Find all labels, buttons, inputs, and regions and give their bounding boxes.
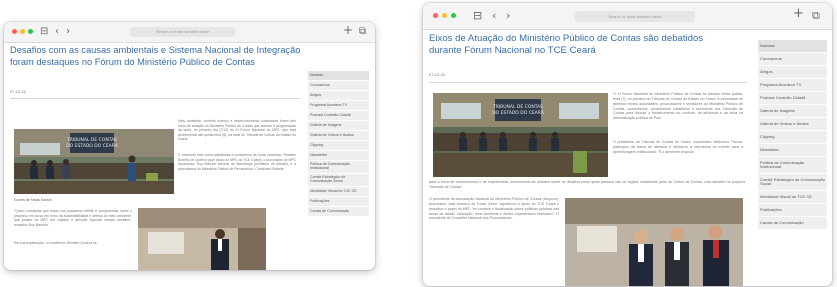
sidebar-item-artigos[interactable]: Artigos [308, 91, 369, 101]
zoom-window-button[interactable] [451, 13, 456, 18]
new-tab-button[interactable]: + [793, 7, 804, 21]
svg-text:TRIBUNAL DE CONTAS: TRIBUNAL DE CONTAS [66, 137, 117, 143]
address-bar[interactable]: Search or enter website name [130, 27, 235, 37]
tab-overview-button[interactable]: ⧉ [812, 9, 820, 23]
article-paragraph-1: Meio ambiente, controle externo e desenv… [178, 119, 296, 142]
minimize-window-button[interactable] [442, 13, 447, 18]
sidebar-item-clipping[interactable]: Clipping [308, 141, 369, 151]
sidebar-item-identidade-visual[interactable]: Identidade Visual do TCE CE [308, 187, 369, 197]
svg-text:DO ESTADO DO CEARÁ: DO ESTADO DO CEARÁ [492, 109, 544, 116]
sidebar-item-noticias[interactable]: Notícias [308, 71, 369, 81]
article-paragraph-1: O XI Fórum Nacional do Ministério Públic… [613, 92, 743, 121]
sidebar-toggle-icon[interactable]: ⊟ [40, 25, 48, 39]
sidebar-item-clipping[interactable]: Clipping [758, 131, 827, 144]
divider [10, 98, 300, 99]
browser-window-left: ⊟ ‹ › Search or enter website name + ⧉ D… [4, 22, 375, 270]
svg-text:TRIBUNAL DE CONTAS: TRIBUNAL DE CONTAS [492, 104, 543, 110]
sidebar-item-comite-estrategico[interactable]: Comitê Estratégico de Comunicação Social [758, 174, 827, 191]
address-bar[interactable]: Search or enter website name [575, 11, 695, 22]
forward-button[interactable]: › [506, 9, 510, 23]
new-tab-button[interactable]: + [343, 23, 353, 37]
sidebar-item-politica-comunicacao[interactable]: Política de Comunicação Institucional [308, 161, 369, 174]
article-photo: TRIBUNAL DE CONTAS DO ESTADO DO CEARÁ [14, 129, 174, 194]
svg-text:DO ESTADO DO CEARÁ: DO ESTADO DO CEARÁ [66, 142, 118, 149]
sidebar-item-identidade-visual[interactable]: Identidade Visual do TCE CE [758, 191, 827, 204]
page-content: Eixos de Atuação do Ministério Público d… [423, 30, 832, 286]
article-paragraph-4: O presidente da Associação Nacional do M… [429, 197, 559, 221]
sidebar-menu: Notícias Coronavírus Artigos Programa Ac… [308, 71, 369, 217]
article-paragraph-2: O presidente do Tribunal de Contas do Ce… [613, 140, 743, 154]
sidebar-item-publicacoes[interactable]: Publicações [758, 204, 827, 217]
window-controls [433, 13, 456, 18]
sidebar-item-artigos[interactable]: Artigos [758, 66, 827, 79]
sidebar-item-acontece-tv[interactable]: Programa Acontece TV [308, 101, 369, 111]
tab-overview-button[interactable]: ⧉ [359, 25, 366, 39]
zoom-window-button[interactable] [28, 29, 33, 34]
sidebar-item-politica-comunicacao[interactable]: Política de Comunicação Institucional [758, 157, 827, 174]
browser-toolbar: ⊟ ‹ › Search or enter website name + ⧉ [4, 22, 375, 43]
sidebar-item-galeria-videos[interactable]: Galeria de Vídeos e Áudios [758, 118, 827, 131]
article-photo-2 [138, 208, 266, 270]
sidebar-item-publicacoes[interactable]: Publicações [308, 197, 369, 207]
article-photo-2 [565, 198, 743, 286]
article-photo: TRIBUNAL DE CONTAS DO ESTADO DO CEARÁ [433, 93, 608, 177]
sidebar-item-canais[interactable]: Canais de Comunicação [758, 217, 827, 230]
sidebar-item-podcast[interactable]: Podcast Conexão Cidadã [758, 92, 827, 105]
window-controls [12, 29, 33, 34]
sidebar-item-galeria-imagens[interactable]: Galeria de Imagens [758, 105, 827, 118]
article-date: 07-12-22 [10, 89, 27, 94]
article-title: Desafios com as causas ambientais e Sist… [10, 45, 301, 67]
browser-toolbar: ⊟ ‹ › Search or enter website name + ⧉ [423, 3, 832, 30]
sidebar-menu: Notícias Coronavírus Artigos Programa Ac… [758, 40, 827, 230]
minimize-window-button[interactable] [20, 29, 25, 34]
sidebar-item-galeria-imagens[interactable]: Galeria de Imagens [308, 121, 369, 131]
article-paragraph-2: O momento teve como painelistas a consel… [178, 153, 296, 171]
article-date: 07-12-22 [429, 72, 446, 77]
article-paragraph-3: "Quero conclamar que todos nós possamos … [14, 209, 132, 227]
article-paragraph-3: para a troca de conhecimento e de experi… [429, 180, 745, 189]
browser-window-right: ⊟ ‹ › Search or enter website name + ⧉ E… [423, 3, 832, 286]
sidebar-item-canais[interactable]: Canais de Comunicação [308, 207, 369, 217]
sidebar-toggle-icon[interactable]: ⊟ [473, 9, 482, 23]
page-content: Desafios com as causas ambientais e Sist… [4, 43, 375, 270]
article-paragraph-4: Em sua explanação, o conselheiro Rholden… [14, 241, 97, 245]
sidebar-item-newsletter[interactable]: Newsletter [758, 144, 827, 157]
sidebar-item-newsletter[interactable]: Newsletter [308, 151, 369, 161]
sidebar-item-comite-estrategico[interactable]: Comitê Estratégico de Comunicação Social [308, 174, 369, 187]
back-button[interactable]: ‹ [492, 9, 496, 23]
article-title: Eixos de Atuação do Ministério Público d… [429, 33, 704, 56]
sidebar-item-noticias[interactable]: Notícias [758, 40, 827, 53]
sidebar-item-acontece-tv[interactable]: Programa Acontece TV [758, 79, 827, 92]
close-window-button[interactable] [433, 13, 438, 18]
close-window-button[interactable] [12, 29, 17, 34]
sidebar-item-coronavirus[interactable]: Coronavírus [308, 81, 369, 91]
sidebar-item-galeria-videos[interactable]: Galeria de Vídeos e Áudios [308, 131, 369, 141]
forward-button[interactable]: › [66, 25, 70, 39]
photo-caption: Gomes de Farias Santos [14, 198, 52, 202]
sidebar-item-coronavirus[interactable]: Coronavírus [758, 53, 827, 66]
back-button[interactable]: ‹ [55, 25, 59, 39]
sidebar-item-podcast[interactable]: Podcast Conexão Cidadã [308, 111, 369, 121]
divider [429, 82, 747, 83]
